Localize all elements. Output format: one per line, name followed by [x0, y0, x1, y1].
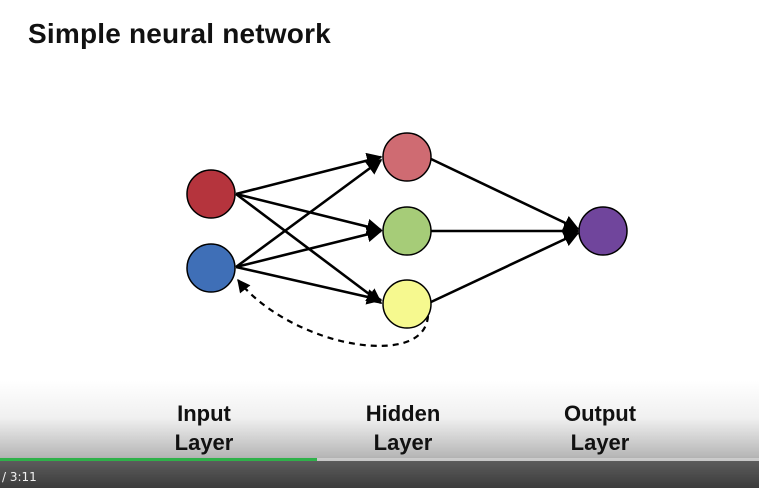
input-node-1 [186, 169, 236, 219]
output-layer-label: Output Layer [540, 399, 660, 457]
input-layer-label: Input Layer [144, 399, 264, 457]
video-time-display: / 3:11 [2, 470, 37, 484]
hidden-node-2 [382, 206, 432, 256]
hidden-layer-label-line2: Layer [373, 430, 433, 455]
input-node-2 [186, 243, 236, 293]
video-controls-bar: / 3:11 [0, 461, 759, 488]
hidden-node-3 [382, 279, 432, 329]
edge-hidden3-output [430, 231, 580, 304]
hidden-layer-label: Hidden Layer [343, 399, 463, 457]
edge-input2-hidden2 [235, 226, 383, 269]
edge-input2-hidden3 [235, 265, 383, 305]
output-layer-label-line1: Output [563, 401, 637, 426]
slide: Simple neural network Input Layer Hidden… [0, 0, 759, 488]
input-layer-label-line1: Input [177, 401, 231, 426]
hidden-node-1 [382, 132, 432, 182]
output-layer-label-line2: Layer [570, 430, 630, 455]
hidden-layer-label-line1: Hidden [365, 401, 441, 426]
output-node [578, 206, 628, 256]
input-layer-label-line2: Layer [174, 430, 234, 455]
edge-hidden1-output [430, 157, 580, 231]
